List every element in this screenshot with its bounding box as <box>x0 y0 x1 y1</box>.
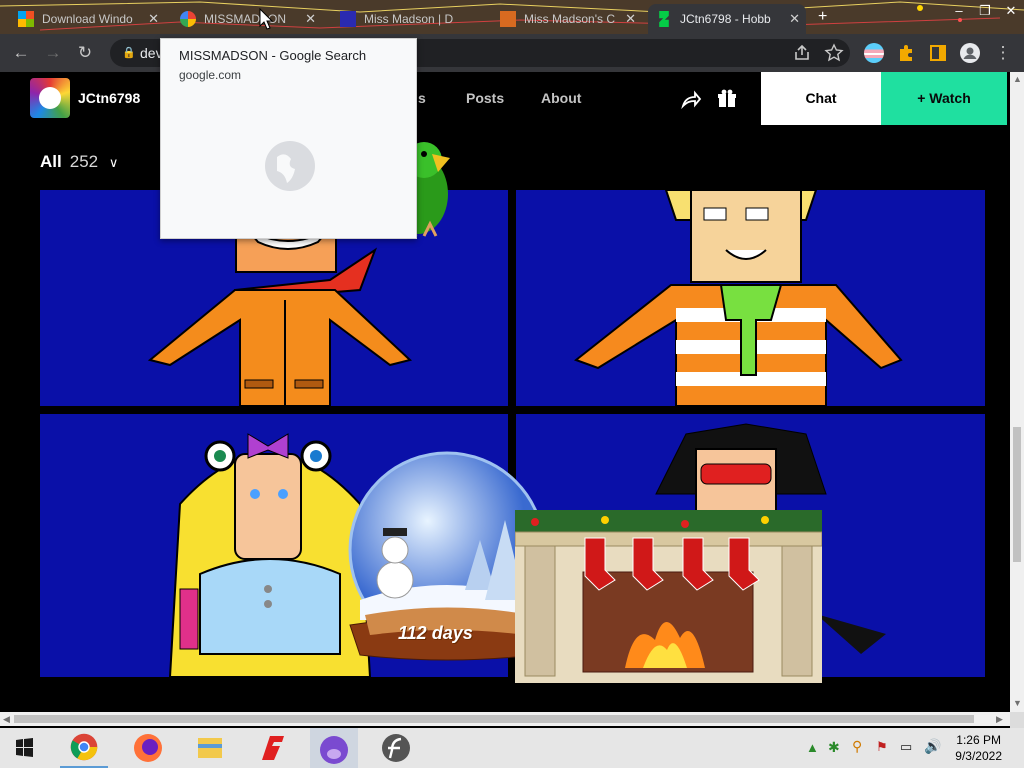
nav-link-posts[interactable]: Posts <box>466 90 504 106</box>
tab-miss-madsons-c[interactable]: Miss Madson's C ✕ <box>492 4 642 34</box>
new-tab-button[interactable]: + <box>818 8 827 26</box>
clock-time: 1:26 PM <box>956 733 1001 747</box>
fireplace-widget <box>515 510 822 683</box>
tab-title: Miss Madson's C <box>524 12 615 26</box>
avatar-center <box>39 87 61 109</box>
vertical-scroll-thumb[interactable] <box>1013 427 1021 562</box>
close-icon[interactable]: ✕ <box>305 11 316 27</box>
tab-jctn6798[interactable]: JCtn6798 - Hobb ✕ <box>648 4 806 34</box>
side-panel-icon[interactable] <box>928 43 948 63</box>
globe-icon <box>265 141 315 191</box>
menu-dots-icon[interactable]: ⋮ <box>992 42 1014 64</box>
nav-link-about[interactable]: About <box>541 90 581 106</box>
profile-flag-icon[interactable] <box>864 43 884 63</box>
forward-arrow-icon[interactable]: → <box>42 42 64 64</box>
close-window-button[interactable]: ✕ <box>998 0 1024 24</box>
search-icon[interactable]: ⚲ <box>852 738 862 755</box>
clock-date: 9/3/2022 <box>955 749 1002 763</box>
scroll-corner <box>1010 712 1024 728</box>
user-avatar[interactable] <box>30 78 70 118</box>
gallery-filter-dropdown[interactable]: All 252 ∨ <box>40 152 118 172</box>
flash-icon[interactable] <box>372 728 420 768</box>
volume-icon[interactable]: 🔊 <box>924 738 941 755</box>
tray-flag-icon[interactable]: ⚑ <box>876 739 888 755</box>
chrome-icon[interactable] <box>60 728 108 768</box>
hover-card-url: google.com <box>179 68 242 82</box>
deviantart-icon <box>659 11 669 27</box>
tab-title: Miss Madson | D <box>364 12 454 26</box>
chat-button[interactable]: Chat <box>761 72 881 125</box>
tab-download-windows[interactable]: Download Windo ✕ <box>10 4 165 34</box>
horizontal-scrollbar[interactable]: ◀ ▶ <box>0 712 1010 726</box>
tab-hover-card: MISSMADSON - Google Search google.com <box>160 38 417 239</box>
firefox-icon[interactable] <box>124 728 172 768</box>
google-icon <box>180 11 196 27</box>
browser-toolbar: ← → ↻ 🔒 dev ⋮ <box>0 34 1024 72</box>
tab-title: JCtn6798 - Hobb <box>680 12 771 26</box>
site-header: JCtn6798 s Posts About Chat + Watch <box>0 72 1010 126</box>
lock-icon: 🔒 <box>122 47 136 59</box>
minimize-button[interactable]: – <box>946 0 972 24</box>
username-link[interactable]: JCtn6798 <box>78 90 140 106</box>
artwork-striped-vest-character <box>516 190 985 406</box>
close-icon[interactable]: ✕ <box>625 11 636 27</box>
bookmark-star-icon[interactable] <box>824 43 844 63</box>
filter-label: All <box>40 152 62 171</box>
share-page-icon[interactable] <box>792 43 812 63</box>
chevron-down-icon: ∨ <box>108 155 119 170</box>
file-explorer-icon[interactable] <box>186 728 234 768</box>
window-controls: – ❐ ✕ <box>946 0 1024 24</box>
system-clock[interactable]: 1:26 PM 9/3/2022 <box>955 732 1002 764</box>
reload-icon[interactable]: ↻ <box>74 42 96 64</box>
tray-app-icon[interactable]: ▲ <box>806 740 819 755</box>
gift-icon[interactable] <box>716 88 738 110</box>
site-icon <box>500 11 516 27</box>
scroll-up-arrow-icon[interactable]: ▲ <box>1013 74 1022 84</box>
gallery-thumbnail[interactable] <box>516 190 985 406</box>
bonzi-icon[interactable] <box>310 728 358 768</box>
s-app-icon[interactable] <box>248 728 296 768</box>
scroll-down-arrow-icon[interactable]: ▼ <box>1013 698 1022 708</box>
restore-button[interactable]: ❐ <box>972 0 998 24</box>
windows-taskbar: ▲ ✱ ⚲ ⚑ ▭ 🔊 1:26 PM 9/3/2022 <box>0 728 1024 768</box>
close-icon[interactable]: ✕ <box>148 11 159 27</box>
scroll-right-arrow-icon[interactable]: ▶ <box>996 714 1003 725</box>
share-icon[interactable] <box>680 88 702 110</box>
tab-missmadson-search[interactable]: MISSMADSON ✕ <box>172 4 322 34</box>
tab-title: MISSMADSON <box>204 12 287 26</box>
browser-tab-strip: Download Windo ✕ MISSMADSON ✕ Miss Madso… <box>0 0 1024 34</box>
hover-card-title: MISSMADSON - Google Search <box>179 48 367 63</box>
site-icon <box>340 11 356 27</box>
filter-count: 252 <box>69 152 99 171</box>
windows-logo-icon <box>18 11 34 27</box>
network-icon[interactable]: ▭ <box>900 739 912 755</box>
start-windows-icon[interactable] <box>0 728 48 768</box>
tab-title: Download Windo <box>42 12 133 26</box>
scroll-left-arrow-icon[interactable]: ◀ <box>3 714 10 725</box>
back-arrow-icon[interactable]: ← <box>10 42 32 64</box>
tray-app-icon[interactable]: ✱ <box>828 739 840 756</box>
web-page: JCtn6798 s Posts About Chat + Watch All 2… <box>0 72 1010 712</box>
vertical-scrollbar[interactable]: ▲ ▼ <box>1010 72 1024 712</box>
watch-button[interactable]: + Watch <box>881 72 1007 125</box>
account-avatar-icon[interactable] <box>960 43 980 63</box>
mouse-cursor-icon <box>259 8 273 30</box>
close-icon[interactable]: ✕ <box>789 11 800 27</box>
tab-miss-madson-d[interactable]: Miss Madson | D <box>332 4 482 34</box>
days-counter-label: 112 days <box>398 623 473 643</box>
extensions-puzzle-icon[interactable] <box>896 43 916 63</box>
horizontal-scroll-thumb[interactable] <box>14 715 974 723</box>
nav-link-partial[interactable]: s <box>418 90 426 106</box>
